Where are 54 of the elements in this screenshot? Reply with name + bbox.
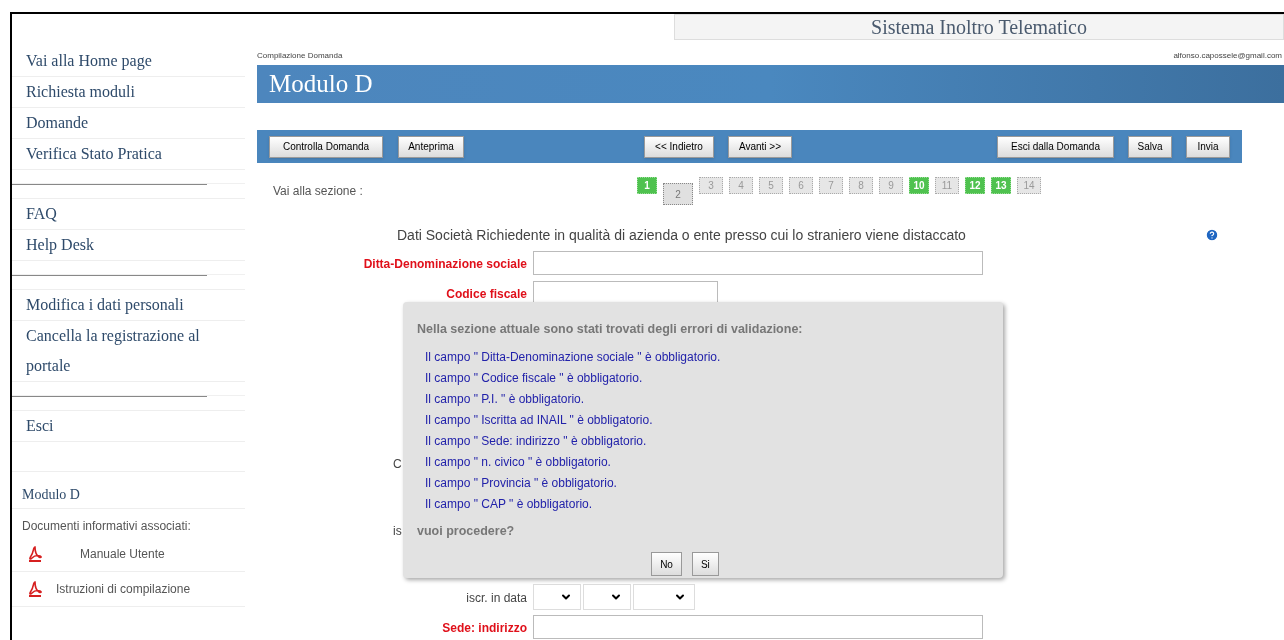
section-label: Vai alla sezione : — [272, 183, 364, 200]
dialog-button[interactable]: Si — [691, 552, 719, 576]
sidebar-link[interactable]: FAQ — [26, 199, 231, 229]
error-message: Il campo " CAP " è obbligatorio. — [425, 495, 593, 513]
text-field[interactable] — [533, 251, 983, 275]
pdf-icon — [28, 546, 42, 562]
sidebar-link[interactable]: Help Desk — [26, 230, 231, 260]
toolbar-button[interactable]: Invia — [1186, 135, 1230, 158]
document-link[interactable]: Istruzioni di compilazione — [56, 580, 191, 598]
breadcrumb: Compilazione Domanda — [257, 50, 343, 62]
toolbar-button[interactable]: << Indietro — [644, 135, 714, 158]
dropdown[interactable] — [583, 584, 631, 610]
error-message: Il campo " P.I. " è obbligatorio. — [425, 390, 585, 408]
header-banner: Sistema Inoltro Telematico — [674, 14, 1284, 40]
text-field[interactable] — [533, 615, 983, 639]
toolbar-button[interactable]: Esci dalla Domanda — [997, 135, 1114, 158]
text-field[interactable] — [533, 281, 718, 305]
dropdown[interactable] — [533, 584, 581, 610]
field-label: is — [393, 523, 402, 540]
error-message: Il campo " Codice fiscale " è obbligatorio. — [425, 369, 643, 387]
dialog-question: vuoi procedere? — [417, 524, 515, 538]
pdf-icon — [28, 581, 42, 597]
dialog-title: Nella sezione attuale sono stati trovati degli errori di validazione: — [417, 322, 803, 336]
dialog-button[interactable]: No — [651, 552, 682, 576]
sidebar-link[interactable]: Cancella la registrazione al portale — [26, 321, 231, 381]
user-email: alfonso.capossele@gmail.com — [1173, 50, 1283, 62]
toolbar-button[interactable]: Anteprima — [398, 135, 464, 158]
help-icon[interactable] — [1205, 228, 1219, 242]
documents-label: Documenti informativi associati: — [22, 519, 191, 533]
toolbar-button[interactable]: Avanti >> — [728, 135, 792, 158]
toolbar-button[interactable]: Controlla Domanda — [269, 135, 383, 158]
error-message: Il campo " Provincia " è obbligatorio. — [425, 474, 617, 492]
error-message: Il campo " Ditta-Denominazione sociale " è obbligatorio. — [425, 348, 721, 366]
form-heading: Dati Società Richiedente in qualità di azienda o ente presso cui lo straniero viene distaccato — [396, 225, 967, 245]
field-label: iscr. in data — [466, 591, 527, 605]
sidebar-link[interactable]: Verifica Stato Pratica — [26, 139, 231, 169]
sidebar-link[interactable]: Richiesta moduli — [26, 77, 231, 107]
field-label: Codice fiscale — [446, 287, 527, 301]
dropdown[interactable] — [633, 584, 695, 610]
sidebar-link[interactable]: Domande — [26, 108, 231, 138]
toolbar-button[interactable]: Salva — [1128, 135, 1172, 158]
module-title: Modulo D — [22, 487, 80, 502]
field-label: Ditta-Denominazione sociale — [363, 257, 527, 271]
error-message: Il campo " Iscritta ad INAIL " è obbligatorio. — [425, 411, 653, 429]
field-label: C — [393, 456, 402, 473]
field-label: Sede: indirizzo — [442, 621, 527, 635]
section-page[interactable]: 2 — [663, 183, 693, 205]
sidebar-link[interactable]: Vai alla Home page — [26, 46, 231, 76]
document-link[interactable]: Manuale Utente — [56, 545, 165, 563]
error-message: Il campo " n. civico " è obbligatorio. — [425, 453, 611, 471]
sidebar-link[interactable]: Modifica i dati personali — [26, 290, 231, 320]
error-message: Il campo " Sede: indirizzo " è obbligatorio. — [425, 432, 647, 450]
page-title: Modulo D — [269, 69, 373, 100]
sidebar-link[interactable]: Esci — [26, 411, 231, 441]
